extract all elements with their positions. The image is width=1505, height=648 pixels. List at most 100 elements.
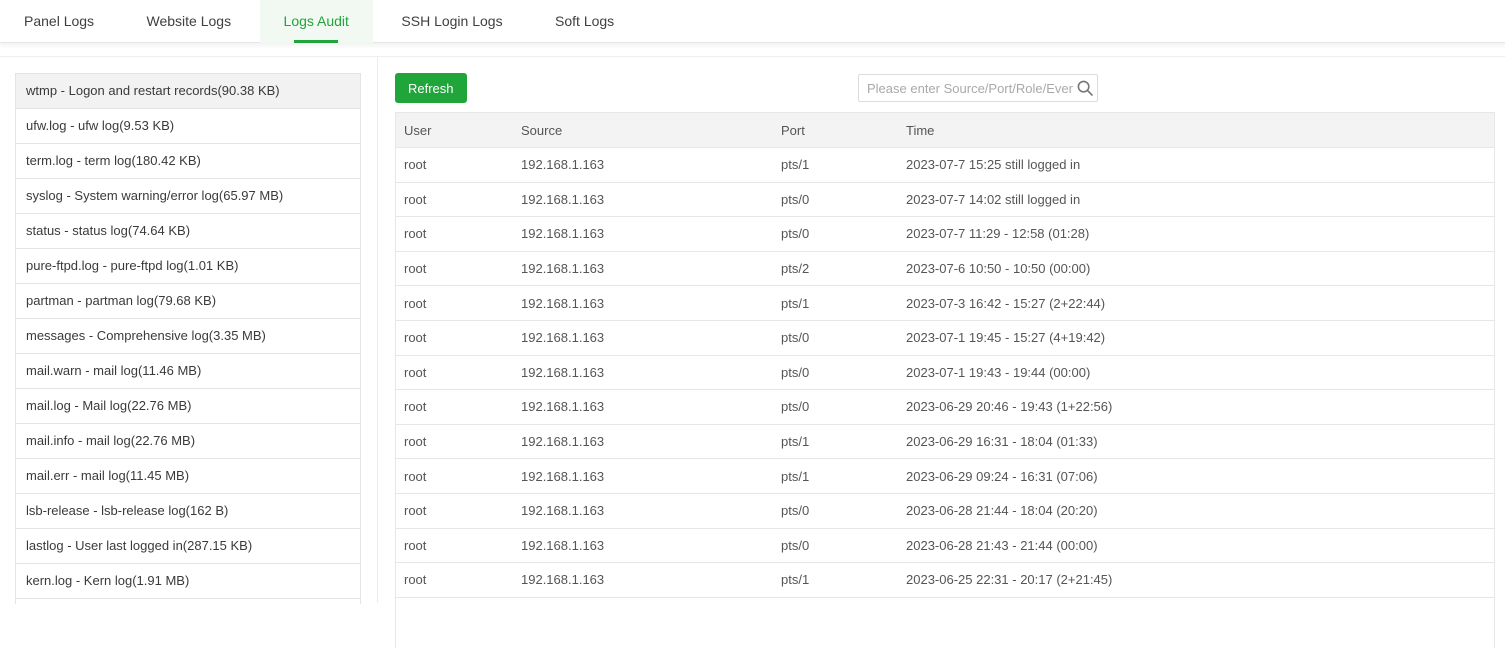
search-input[interactable] — [859, 75, 1097, 101]
cell-user: root — [396, 365, 521, 380]
cell-time: 2023-07-1 19:43 - 19:44 (00:00) — [906, 365, 1494, 380]
cell-user: root — [396, 572, 521, 587]
column-header-time: Time — [906, 123, 1494, 138]
tab-label: Soft Logs — [555, 13, 614, 29]
cell-time: 2023-07-6 10:50 - 10:50 (00:00) — [906, 261, 1494, 276]
content-top-divider — [0, 56, 1505, 57]
log-file-item[interactable]: mail.info - mail log(22.76 MB) — [16, 424, 360, 459]
tab-ssh-login-logs[interactable]: SSH Login Logs — [377, 0, 526, 43]
cell-user: root — [396, 226, 521, 241]
cell-port: pts/0 — [781, 365, 906, 380]
tab-logs-audit[interactable]: Logs Audit — [260, 0, 373, 43]
table-body: root 192.168.1.163 pts/1 2023-07-7 15:25… — [395, 148, 1495, 648]
log-file-item[interactable]: status - status log(74.64 KB) — [16, 214, 360, 249]
cell-source: 192.168.1.163 — [521, 296, 781, 311]
cell-port: pts/0 — [781, 192, 906, 207]
table-row[interactable]: root 192.168.1.163 pts/0 2023-07-1 19:45… — [396, 321, 1494, 356]
table-row[interactable]: root 192.168.1.163 pts/0 2023-06-29 20:4… — [396, 390, 1494, 425]
log-file-label: lastlog - User last logged in(287.15 KB) — [26, 538, 252, 553]
log-file-label: mail.warn - mail log(11.46 MB) — [26, 363, 201, 378]
log-file-label: ufw.log - ufw log(9.53 KB) — [26, 118, 174, 133]
log-file-item[interactable]: wtmp - Logon and restart records(90.38 K… — [16, 74, 360, 109]
tab-website-logs[interactable]: Website Logs — [123, 0, 256, 43]
log-file-label: wtmp - Logon and restart records(90.38 K… — [26, 83, 280, 98]
cell-source: 192.168.1.163 — [521, 226, 781, 241]
cell-user: root — [396, 503, 521, 518]
cell-time: 2023-07-3 16:42 - 15:27 (2+22:44) — [906, 296, 1494, 311]
cell-port: pts/1 — [781, 469, 906, 484]
cell-source: 192.168.1.163 — [521, 365, 781, 380]
log-tabs-bar: Panel Logs Website Logs Logs Audit SSH L… — [0, 0, 1505, 43]
log-file-item[interactable]: term.log - term log(180.42 KB) — [16, 144, 360, 179]
table-row[interactable]: root 192.168.1.163 pts/1 2023-06-29 09:2… — [396, 459, 1494, 494]
cell-port: pts/0 — [781, 399, 906, 414]
cell-port: pts/0 — [781, 226, 906, 241]
log-file-item[interactable]: mail.err - mail log(11.45 MB) — [16, 459, 360, 494]
cell-port: pts/1 — [781, 296, 906, 311]
log-file-item[interactable]: messages - Comprehensive log(3.35 MB) — [16, 319, 360, 354]
cell-port: pts/2 — [781, 261, 906, 276]
log-file-item[interactable]: mail.warn - mail log(11.46 MB) — [16, 354, 360, 389]
log-file-item[interactable]: ufw.log - ufw log(9.53 KB) — [16, 109, 360, 144]
cell-source: 192.168.1.163 — [521, 434, 781, 449]
log-file-label: term.log - term log(180.42 KB) — [26, 153, 201, 168]
cell-port: pts/0 — [781, 330, 906, 345]
cell-source: 192.168.1.163 — [521, 538, 781, 553]
refresh-button[interactable]: Refresh — [395, 73, 467, 103]
column-header-source: Source — [521, 123, 781, 138]
table-row[interactable]: root 192.168.1.163 pts/1 2023-07-3 16:42… — [396, 286, 1494, 321]
cell-time: 2023-06-29 16:31 - 18:04 (01:33) — [906, 434, 1494, 449]
table-row[interactable]: root 192.168.1.163 pts/0 2023-07-1 19:43… — [396, 356, 1494, 391]
cell-time: 2023-06-29 09:24 - 16:31 (07:06) — [906, 469, 1494, 484]
cell-user: root — [396, 399, 521, 414]
log-file-item[interactable]: mail.log - Mail log(22.76 MB) — [16, 389, 360, 424]
tab-label: Panel Logs — [24, 13, 94, 29]
table-row[interactable]: root 192.168.1.163 pts/1 2023-07-7 15:25… — [396, 148, 1494, 183]
table-row[interactable]: root 192.168.1.163 pts/0 2023-07-7 14:02… — [396, 183, 1494, 218]
cell-source: 192.168.1.163 — [521, 192, 781, 207]
log-file-label: lsb-release - lsb-release log(162 B) — [26, 503, 228, 518]
tab-label: Logs Audit — [284, 13, 349, 29]
table-row[interactable]: root 192.168.1.163 pts/1 2023-06-25 22:3… — [396, 563, 1494, 598]
log-file-item[interactable]: lastlog - User last logged in(287.15 KB) — [16, 529, 360, 564]
log-file-list: wtmp - Logon and restart records(90.38 K… — [15, 73, 361, 604]
table-row[interactable]: root 192.168.1.163 pts/0 2023-07-7 11:29… — [396, 217, 1494, 252]
cell-time: 2023-06-28 21:44 - 18:04 (20:20) — [906, 503, 1494, 518]
cell-time: 2023-07-7 15:25 still logged in — [906, 157, 1494, 172]
cell-source: 192.168.1.163 — [521, 330, 781, 345]
log-file-label: kern.log - Kern log(1.91 MB) — [26, 573, 189, 588]
log-file-label: syslog - System warning/error log(65.97 … — [26, 188, 283, 203]
cell-source: 192.168.1.163 — [521, 503, 781, 518]
cell-time: 2023-06-29 20:46 - 19:43 (1+22:56) — [906, 399, 1494, 414]
log-file-label: pure-ftpd.log - pure-ftpd log(1.01 KB) — [26, 258, 238, 273]
log-file-item[interactable]: kern.log - Kern log(1.91 MB) — [16, 564, 360, 599]
cell-user: root — [396, 469, 521, 484]
cell-user: root — [396, 330, 521, 345]
tab-label: Website Logs — [147, 13, 232, 29]
magnifier-icon[interactable] — [1076, 79, 1094, 97]
cell-port: pts/0 — [781, 538, 906, 553]
log-file-item[interactable]: partman - partman log(79.68 KB) — [16, 284, 360, 319]
sidebar-right-divider — [377, 57, 378, 603]
cell-source: 192.168.1.163 — [521, 157, 781, 172]
table-row[interactable]: root 192.168.1.163 pts/1 2023-06-29 16:3… — [396, 425, 1494, 460]
table-row[interactable]: root 192.168.1.163 pts/0 2023-06-28 21:4… — [396, 529, 1494, 564]
cell-time: 2023-07-1 19:45 - 15:27 (4+19:42) — [906, 330, 1494, 345]
cell-user: root — [396, 192, 521, 207]
cell-user: root — [396, 157, 521, 172]
log-file-item[interactable]: syslog - System warning/error log(65.97 … — [16, 179, 360, 214]
log-file-label: status - status log(74.64 KB) — [26, 223, 190, 238]
log-file-item[interactable]: pure-ftpd.log - pure-ftpd log(1.01 KB) — [16, 249, 360, 284]
cell-time: 2023-07-7 11:29 - 12:58 (01:28) — [906, 226, 1494, 241]
log-file-label: mail.info - mail log(22.76 MB) — [26, 433, 195, 448]
cell-source: 192.168.1.163 — [521, 572, 781, 587]
table-row[interactable]: root 192.168.1.163 pts/2 2023-07-6 10:50… — [396, 252, 1494, 287]
tab-label: SSH Login Logs — [401, 13, 502, 29]
table-row[interactable]: root 192.168.1.163 pts/0 2023-06-28 21:4… — [396, 494, 1494, 529]
cell-port: pts/0 — [781, 503, 906, 518]
tab-soft-logs[interactable]: Soft Logs — [531, 0, 638, 43]
cell-user: root — [396, 261, 521, 276]
log-file-item[interactable]: lsb-release - lsb-release log(162 B) — [16, 494, 360, 529]
tab-panel-logs[interactable]: Panel Logs — [0, 0, 118, 43]
cell-source: 192.168.1.163 — [521, 261, 781, 276]
